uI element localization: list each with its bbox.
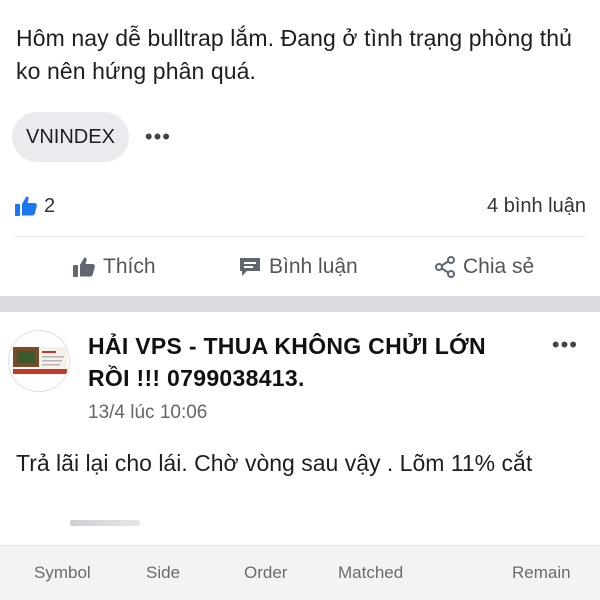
column-header-remain[interactable]: Remain xyxy=(512,563,571,583)
column-header-matched[interactable]: Matched xyxy=(338,563,403,583)
comment-count[interactable]: 4 bình luận xyxy=(487,195,586,218)
comment-button[interactable]: Bình luận xyxy=(238,255,358,279)
post-more-options-icon[interactable]: ••• xyxy=(552,332,578,358)
feed-separator xyxy=(0,296,600,312)
like-button[interactable]: Thích xyxy=(72,255,156,279)
post-timestamp[interactable]: 13/4 lúc 10:06 xyxy=(88,402,207,424)
more-options-icon[interactable]: ••• xyxy=(145,126,171,148)
faded-content-strip xyxy=(70,520,140,526)
post-text: Trả lãi lại cho lái. Chờ vòng sau vậy . … xyxy=(16,450,533,476)
post-actions: Thích Bình luận Chia sẻ xyxy=(0,244,600,290)
divider xyxy=(14,236,586,237)
avatar-image xyxy=(9,331,69,391)
author-name[interactable]: HẢI VPS - THUA KHÔNG CHỬI LỚN RỒI !!! 07… xyxy=(88,330,528,394)
share-icon xyxy=(435,256,455,278)
order-table-header: Symbol Side Order Matched Remain xyxy=(0,545,600,600)
share-button-label: Chia sẻ xyxy=(463,255,535,278)
share-button[interactable]: Chia sẻ xyxy=(434,255,534,279)
column-header-side[interactable]: Side xyxy=(146,563,180,583)
avatar[interactable] xyxy=(8,330,70,392)
thumbs-up-outline-icon xyxy=(73,257,95,277)
column-header-order[interactable]: Order xyxy=(244,563,287,583)
comment-button-label: Bình luận xyxy=(269,255,358,278)
like-count: 2 xyxy=(44,194,56,217)
like-button-label: Thích xyxy=(103,255,156,278)
tag-chip-vnindex[interactable]: VNINDEX xyxy=(12,112,129,162)
thumbs-up-icon xyxy=(15,196,37,216)
column-header-symbol[interactable]: Symbol xyxy=(34,563,91,583)
like-summary[interactable]: 2 xyxy=(14,195,55,218)
post-text: Hôm nay dễ bulltrap lắm. Đang ở tình trạ… xyxy=(16,25,572,84)
comment-icon xyxy=(240,258,260,276)
tag-row: VNINDEX ••• xyxy=(12,112,171,162)
reaction-summary: 2 4 bình luận xyxy=(14,190,586,222)
